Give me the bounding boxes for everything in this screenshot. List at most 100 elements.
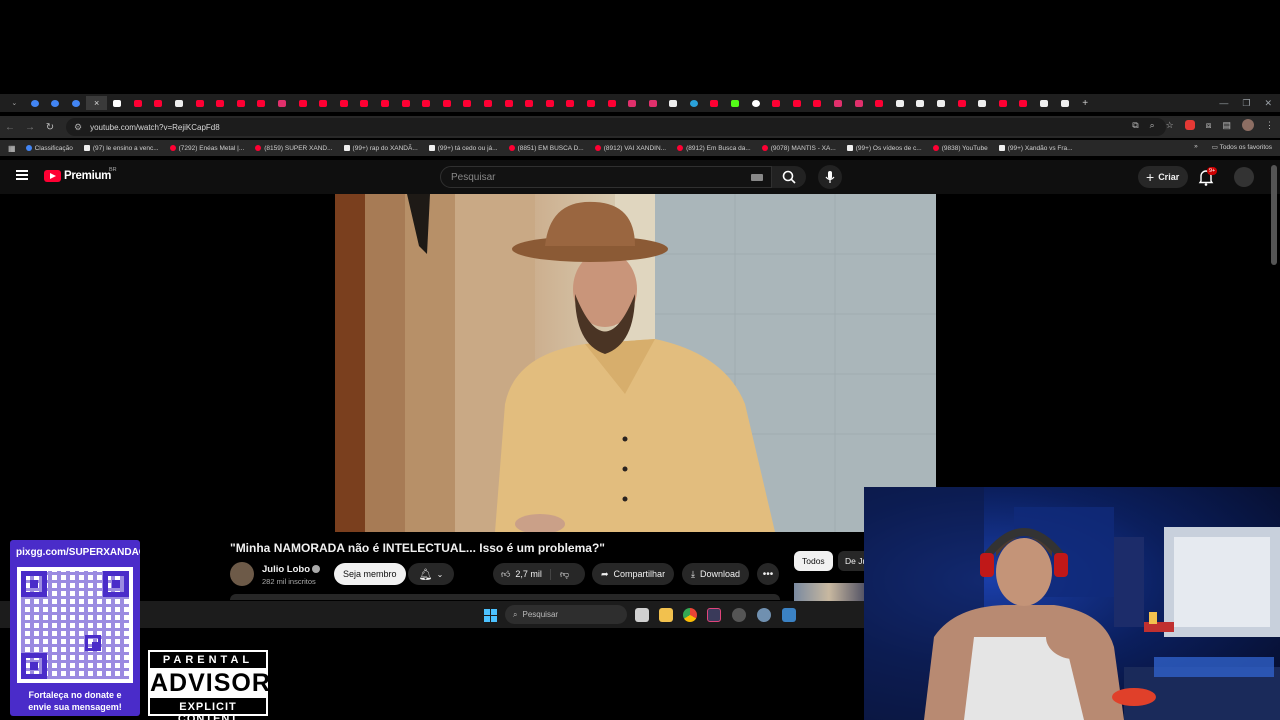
steam-icon[interactable]	[707, 608, 721, 622]
browser-tab[interactable]	[1013, 96, 1034, 110]
browser-tab[interactable]	[828, 96, 849, 110]
bookmark-item[interactable]: (8912) VAI XANDIN...	[594, 145, 666, 152]
channel-name[interactable]: Julio Lobo	[262, 564, 321, 575]
task-view-icon[interactable]	[635, 608, 649, 622]
tab-close-icon[interactable]: ×	[94, 98, 99, 108]
bookmark-star-icon[interactable]: ☆	[1166, 120, 1174, 131]
browser-tab[interactable]	[25, 96, 46, 110]
browser-tab[interactable]	[416, 96, 437, 110]
user-avatar[interactable]	[1234, 167, 1254, 187]
browser-tab[interactable]	[642, 96, 663, 110]
windows-start-icon[interactable]	[484, 609, 497, 622]
bookmark-item[interactable]: (97) le ensino a venc...	[83, 145, 159, 152]
browser-tab[interactable]	[66, 96, 87, 110]
share-button[interactable]: ➦ Compartilhar	[592, 563, 675, 585]
channel-avatar[interactable]	[230, 562, 254, 586]
browser-tab[interactable]	[498, 96, 519, 110]
obs-icon[interactable]	[732, 608, 746, 622]
browser-tab[interactable]	[622, 96, 643, 110]
browser-tab[interactable]	[745, 96, 766, 110]
related-video-thumbnail[interactable]	[794, 583, 864, 601]
bookmark-item[interactable]: (8912) Em Busca da...	[677, 145, 751, 152]
browser-tab[interactable]	[581, 96, 602, 110]
bookmark-item[interactable]: (8159) SUPER XAND...	[255, 145, 333, 152]
browser-tab[interactable]	[890, 96, 911, 110]
browser-tab[interactable]	[848, 96, 869, 110]
browser-tab[interactable]: ×	[86, 96, 107, 110]
taskbar-search[interactable]: ⌕ Pesquisar	[505, 605, 627, 624]
create-button[interactable]: + Criar	[1138, 166, 1188, 188]
browser-tab[interactable]	[313, 96, 334, 110]
browser-tab[interactable]	[292, 96, 313, 110]
browser-tab[interactable]	[663, 96, 684, 110]
back-arrow-icon[interactable]: ←	[0, 122, 20, 133]
voice-search-button[interactable]	[818, 165, 842, 189]
browser-tab[interactable]	[272, 96, 293, 110]
browser-tab[interactable]	[869, 96, 890, 110]
browser-tab[interactable]	[169, 96, 190, 110]
close-icon[interactable]: ✕	[1264, 98, 1272, 109]
browser-tab[interactable]	[45, 96, 66, 110]
reload-icon[interactable]: ↻	[40, 122, 60, 133]
browser-tab[interactable]	[766, 96, 787, 110]
new-tab-button[interactable]: +	[1075, 96, 1096, 110]
search-input[interactable]: Pesquisar	[440, 166, 772, 188]
browser-tab[interactable]	[148, 96, 169, 110]
description-box[interactable]	[230, 594, 780, 600]
chip-from-channel[interactable]: De Ju	[838, 551, 864, 571]
browser-tab[interactable]	[931, 96, 952, 110]
bookmarks-more-button[interactable]: »	[1194, 143, 1198, 151]
bookmark-item[interactable]: (99+) tá cedo ou já...	[428, 145, 498, 152]
browser-tab[interactable]	[395, 96, 416, 110]
apps-grid-icon[interactable]: ▦	[8, 144, 16, 153]
browser-tab[interactable]	[560, 96, 581, 110]
chip-todos[interactable]: Todos	[794, 551, 833, 571]
browser-tab[interactable]	[807, 96, 828, 110]
forward-arrow-icon[interactable]: →	[20, 122, 40, 133]
browser-tab[interactable]	[910, 96, 931, 110]
hamburger-menu-icon[interactable]	[16, 170, 28, 180]
minimize-icon[interactable]: —	[1219, 98, 1228, 108]
bookmark-item[interactable]: (99+) Os vídeos de c...	[846, 145, 922, 152]
browser-tab[interactable]	[251, 96, 272, 110]
download-button[interactable]: ⤓ Download	[682, 563, 750, 585]
browser-tab[interactable]	[478, 96, 499, 110]
bookmark-item[interactable]: Classificação	[25, 145, 73, 152]
all-bookmarks-folder[interactable]: ▭ Todos os favoritos	[1212, 143, 1272, 151]
bookmark-item[interactable]: (99+) rap do XANDÃ...	[343, 145, 418, 152]
browser-tab[interactable]	[993, 96, 1014, 110]
browser-tab[interactable]	[189, 96, 210, 110]
browser-tab[interactable]	[1034, 96, 1055, 110]
browser-tab[interactable]	[231, 96, 252, 110]
browser-tab[interactable]	[972, 96, 993, 110]
maximize-icon[interactable]: ❐	[1242, 98, 1250, 109]
browser-tab[interactable]	[787, 96, 808, 110]
youtube-brand[interactable]: Premium	[64, 170, 111, 182]
extension-icon[interactable]	[1184, 120, 1195, 130]
browser-tab[interactable]	[601, 96, 622, 110]
bookmark-item[interactable]: (9078) MANTIS - XA...	[761, 145, 836, 152]
file-explorer-icon[interactable]	[659, 608, 673, 622]
search-button[interactable]	[772, 166, 806, 188]
keyboard-icon[interactable]	[751, 174, 763, 181]
browser-tab[interactable]	[210, 96, 231, 110]
join-member-button[interactable]: Seja membro	[334, 563, 406, 585]
browser-tab[interactable]	[436, 96, 457, 110]
bookmark-item[interactable]: (9838) YouTube	[932, 145, 988, 152]
browser-tab[interactable]	[684, 96, 705, 110]
browser-tab[interactable]	[457, 96, 478, 110]
side-panel-icon[interactable]: ▤	[1222, 120, 1231, 131]
more-actions-button[interactable]: •••	[757, 563, 779, 585]
page-scrollbar[interactable]	[1271, 165, 1277, 265]
like-button[interactable]: 👍︎ 2,7 mil	[493, 568, 551, 580]
extensions-puzzle-icon[interactable]: ⧈	[1206, 120, 1212, 131]
profile-avatar[interactable]	[1242, 119, 1254, 131]
browser-tab[interactable]	[725, 96, 746, 110]
dislike-button[interactable]: 👎︎	[551, 569, 569, 580]
address-bar[interactable]: ⚙ youtube.com/watch?v=RejiKCapFd8	[66, 118, 1166, 136]
menu-kebab-icon[interactable]: ⋮	[1265, 120, 1274, 131]
subscription-bell-button[interactable]: 🔔︎ ⌄	[408, 563, 454, 585]
install-app-icon[interactable]: ⧉	[1132, 120, 1138, 131]
bookmark-item[interactable]: (8851) EM BUSCA D...	[508, 145, 584, 152]
browser-tab[interactable]	[375, 96, 396, 110]
